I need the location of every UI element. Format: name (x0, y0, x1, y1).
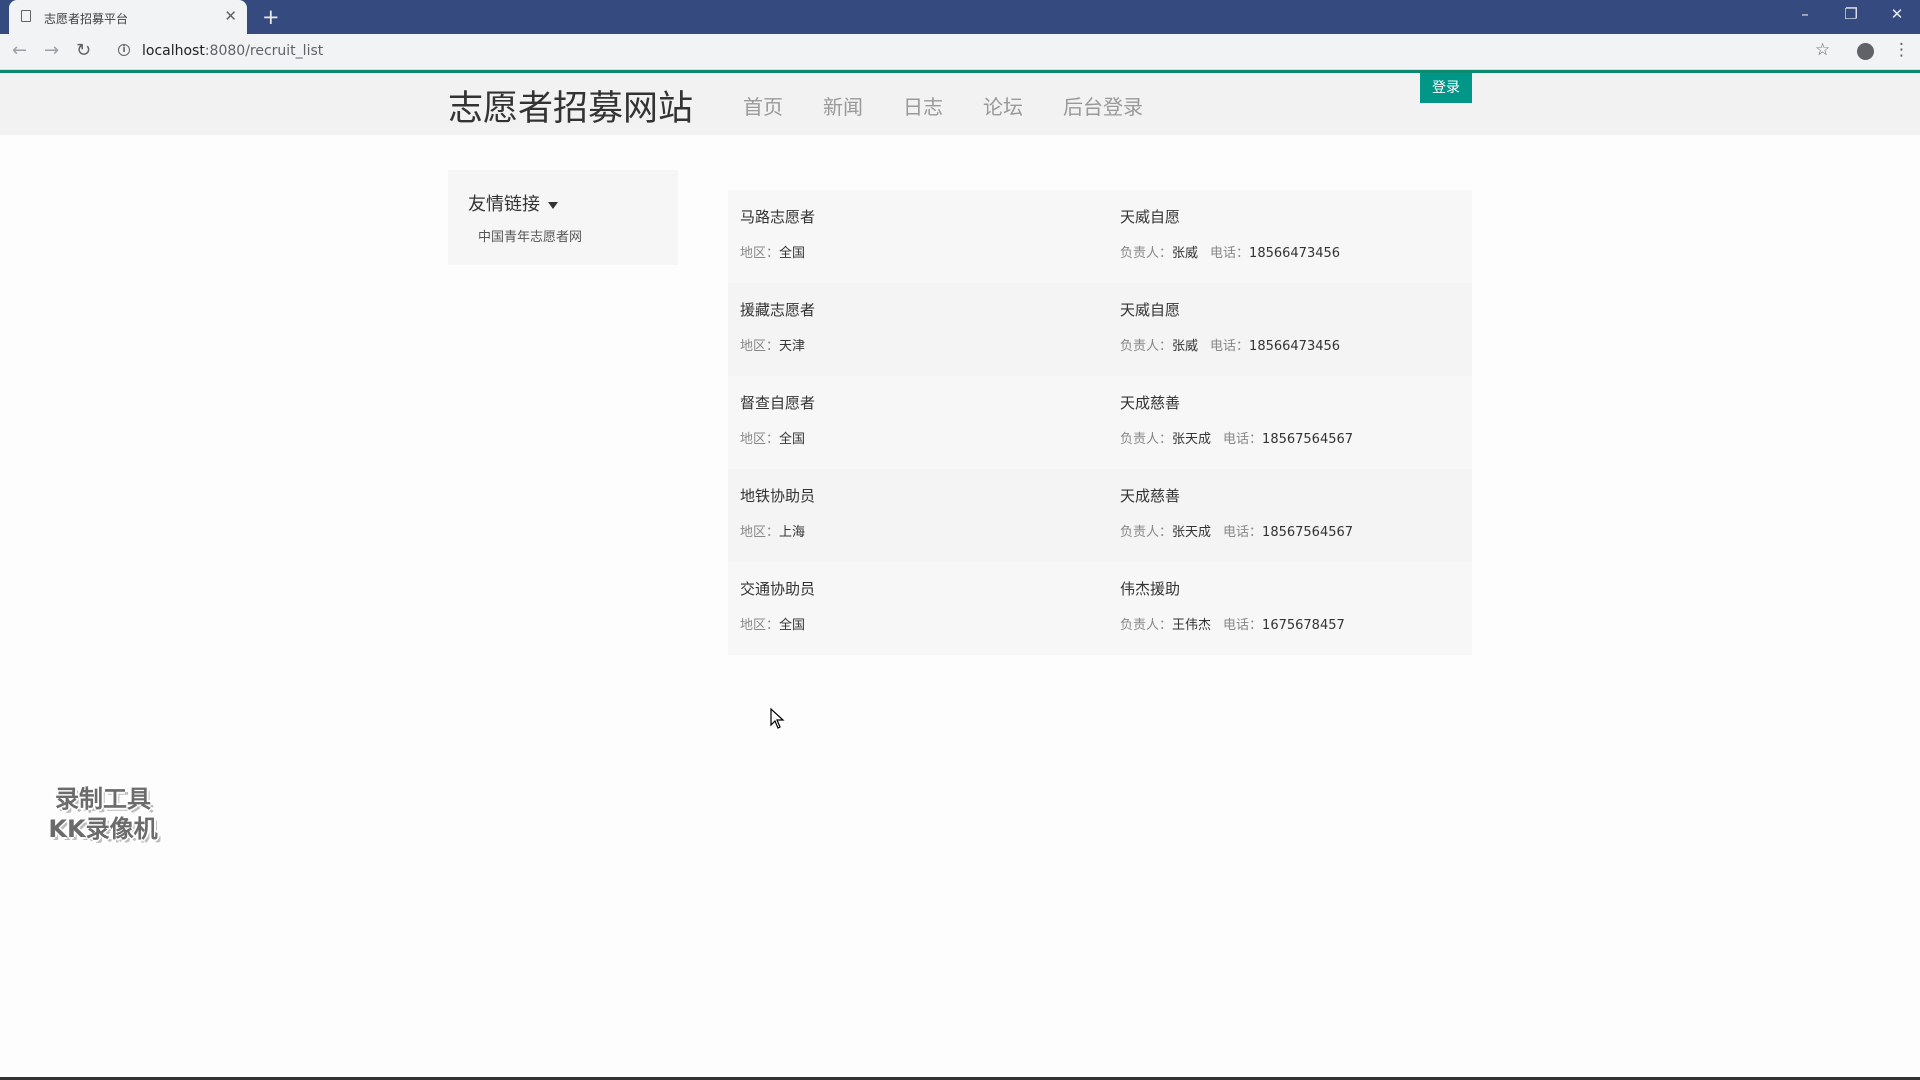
browser-tabstrip: 志愿者招募平台 ✕ + – ❐ ✕ (0, 0, 1920, 34)
phone-label: 电话： (1210, 339, 1250, 354)
region-label: 地区： (740, 246, 780, 261)
nav-forum[interactable]: 论坛 (983, 91, 1023, 120)
recruit-row[interactable]: 地铁协助员 地区：上海 天成慈善 负责人：张天成 电话：18567564567 (728, 469, 1472, 562)
recruit-contact: 负责人：张天成 电话：18567564567 (1120, 428, 1353, 447)
recruit-contact: 负责人：王伟杰 电话：1675678457 (1120, 614, 1345, 633)
recruit-region: 地区：天津 (740, 335, 805, 354)
url-text[interactable]: localhost:8080/recruit_list (142, 43, 323, 59)
browser-menu-icon[interactable]: ⋮ (1893, 40, 1910, 60)
recruit-name[interactable]: 地铁协助员 (740, 485, 815, 506)
recruit-region: 地区：全国 (740, 614, 805, 633)
recruit-row[interactable]: 督查自愿者 地区：全国 天成慈善 负责人：张天成 电话：18567564567 (728, 376, 1472, 469)
phone-label: 电话： (1223, 432, 1263, 447)
recruit-row[interactable]: 交通协助员 地区：全国 伟杰援助 负责人：王伟杰 电话：1675678457 (728, 562, 1472, 655)
window-close-button[interactable]: ✕ (1874, 5, 1920, 23)
region-label: 地区： (740, 339, 780, 354)
region-value: 全国 (779, 432, 806, 447)
new-tab-button[interactable]: + (262, 5, 280, 29)
recruit-contact: 负责人：张威 电话：18566473456 (1120, 335, 1340, 354)
recruit-contact: 负责人：张威 电话：18566473456 (1120, 242, 1340, 261)
phone-label: 电话： (1210, 246, 1250, 261)
friend-links-panel: 友情链接 中国青年志愿者网 (448, 170, 678, 265)
recruit-org: 天威自愿 (1120, 208, 1181, 226)
minimize-button[interactable]: – (1782, 5, 1828, 23)
region-value: 全国 (779, 618, 806, 633)
bookmark-star-icon[interactable]: ☆ (1815, 40, 1830, 60)
recruit-name[interactable]: 援藏志愿者 (740, 299, 815, 320)
phone-value: 1675678457 (1262, 618, 1345, 633)
nav-home[interactable]: 首页 (743, 91, 783, 120)
recruit-region: 地区：全国 (740, 242, 805, 261)
browser-toolbar: ← → ↻ i localhost:8080/recruit_list ☆ ⋮ (0, 34, 1920, 70)
region-value: 天津 (779, 339, 806, 354)
watermark-line-2: KK录像机 (48, 815, 158, 843)
manager-value: 张天成 (1172, 432, 1212, 447)
recruit-row[interactable]: 马路志愿者 地区：全国 天威自愿 负责人：张威 电话：18566473456 (728, 190, 1472, 283)
phone-value: 18567564567 (1262, 525, 1354, 540)
url-path: :8080/recruit_list (204, 43, 324, 59)
manager-label: 负责人： (1120, 339, 1173, 354)
nav-news[interactable]: 新闻 (823, 91, 863, 120)
mouse-cursor-icon (770, 708, 785, 729)
friend-link-item[interactable]: 中国青年志愿者网 (478, 226, 582, 245)
recruit-name[interactable]: 交通协助员 (740, 578, 815, 599)
manager-label: 负责人： (1120, 432, 1173, 447)
phone-value: 18567564567 (1262, 432, 1354, 447)
friend-links-toggle[interactable]: 友情链接 (468, 190, 558, 216)
phone-label: 电话： (1223, 618, 1263, 633)
caret-down-icon (548, 201, 558, 209)
tab-close-icon[interactable]: ✕ (224, 8, 237, 24)
nav-log[interactable]: 日志 (903, 91, 943, 120)
phone-value: 18566473456 (1249, 339, 1341, 354)
recruit-org: 天成慈善 (1120, 394, 1181, 412)
reload-button[interactable]: ↻ (76, 41, 91, 61)
recruit-region: 地区：全国 (740, 428, 805, 447)
info-icon[interactable]: i (118, 44, 130, 56)
recruit-region: 地区：上海 (740, 521, 805, 540)
phone-value: 18566473456 (1249, 246, 1341, 261)
nav-admin-login[interactable]: 后台登录 (1063, 91, 1143, 120)
address-bar[interactable]: i localhost:8080/recruit_list (110, 37, 1770, 65)
manager-label: 负责人： (1120, 618, 1173, 633)
recruit-contact: 负责人：张天成 电话：18567564567 (1120, 521, 1353, 540)
manager-value: 张威 (1172, 339, 1199, 354)
forward-button[interactable]: → (44, 41, 59, 61)
recruit-name[interactable]: 马路志愿者 (740, 206, 815, 227)
recruit-org: 伟杰援助 (1120, 580, 1181, 598)
recruit-row[interactable]: 援藏志愿者 地区：天津 天威自愿 负责人：张威 电话：18566473456 (728, 283, 1472, 376)
profile-icon[interactable] (1857, 43, 1874, 60)
url-host: localhost (142, 43, 205, 59)
manager-value: 张威 (1172, 246, 1199, 261)
login-button[interactable]: 登录 (1420, 73, 1472, 103)
region-label: 地区： (740, 432, 780, 447)
recruit-org: 天成慈善 (1120, 487, 1181, 505)
region-label: 地区： (740, 618, 780, 633)
site-title: 志愿者招募网站 (448, 89, 694, 129)
restore-button[interactable]: ❐ (1828, 5, 1874, 23)
friend-links-heading: 友情链接 (468, 194, 540, 215)
recorder-watermark: 录制工具 KK录像机 (33, 784, 173, 844)
phone-label: 电话： (1223, 525, 1263, 540)
page-content: 志愿者招募网站 首页 新闻 日志 论坛 后台登录 登录 友情链接 中国青年志愿者… (0, 70, 1920, 1080)
recruit-name[interactable]: 督查自愿者 (740, 392, 815, 413)
recruit-list: 马路志愿者 地区：全国 天威自愿 负责人：张威 电话：18566473456 援藏… (728, 190, 1472, 655)
region-label: 地区： (740, 525, 780, 540)
manager-value: 张天成 (1172, 525, 1212, 540)
manager-label: 负责人： (1120, 246, 1173, 261)
manager-value: 王伟杰 (1172, 618, 1212, 633)
back-button[interactable]: ← (12, 41, 27, 61)
browser-tab[interactable]: 志愿者招募平台 ✕ (9, 0, 247, 34)
watermark-line-1: 录制工具 (55, 785, 151, 813)
recruit-org: 天威自愿 (1120, 301, 1181, 319)
region-value: 全国 (779, 246, 806, 261)
tab-title: 志愿者招募平台 (44, 12, 129, 26)
region-value: 上海 (779, 525, 806, 540)
site-header: 志愿者招募网站 首页 新闻 日志 论坛 后台登录 (0, 73, 1920, 135)
manager-label: 负责人： (1120, 525, 1173, 540)
document-icon (21, 10, 31, 22)
